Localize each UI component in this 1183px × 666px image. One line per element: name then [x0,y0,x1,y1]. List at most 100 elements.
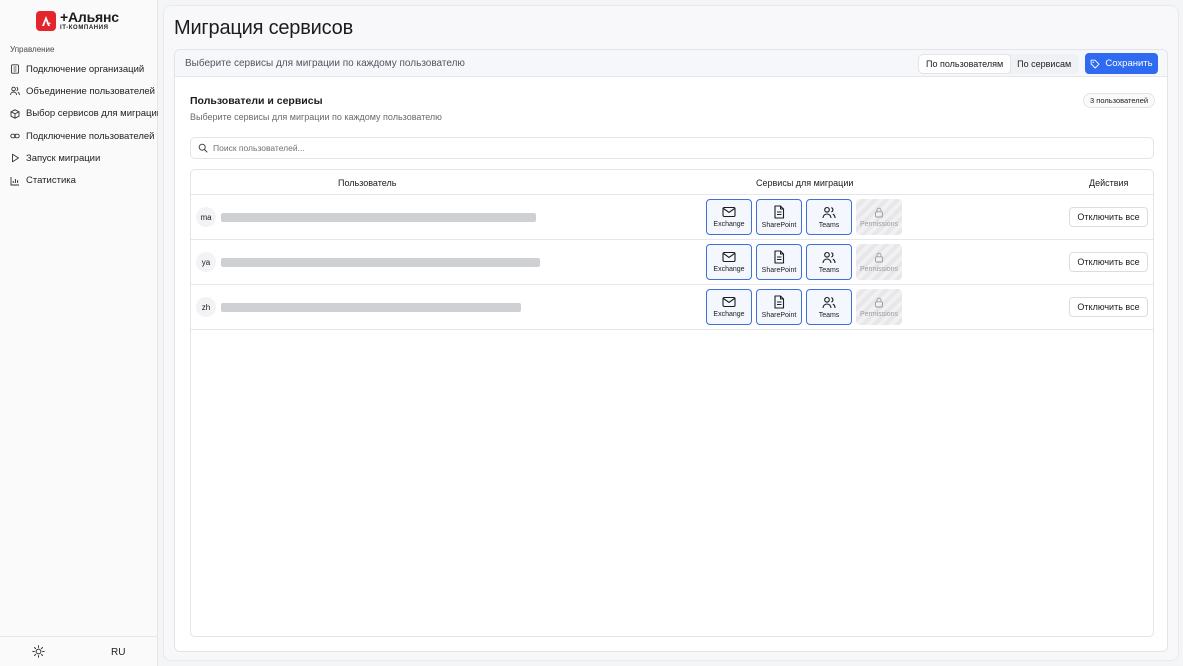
user-count-badge: 3 пользователей [1083,93,1156,108]
user-name-redacted [221,213,536,222]
sidebar-item-label: Подключение организаций [26,63,145,75]
mail-icon [722,206,736,218]
services-group: Exchange SharePoint Teams Permissions [706,289,902,325]
table-row: ma Exchange SharePoint Teams Permissions… [191,195,1153,240]
sidebar: +Альянс IT-КОМПАНИЯ Управление Подключен… [0,0,158,666]
service-toggle-teams[interactable]: Teams [806,199,852,235]
column-header-actions: Действия [1089,178,1129,188]
save-button[interactable]: Сохранить [1085,53,1158,74]
chart-icon [10,176,19,186]
service-toggle-exchange[interactable]: Exchange [706,199,752,235]
service-toggle-sharepoint[interactable]: SharePoint [756,244,802,280]
brand-logo[interactable]: +Альянс IT-КОМПАНИЯ [36,10,119,31]
users-table: Пользователь Сервисы для миграции Действ… [190,169,1154,637]
lock-icon [875,297,883,307]
service-label: Exchange [713,266,745,273]
service-label: Permissions [859,220,899,228]
search-icon [198,143,208,153]
sidebar-item-label: Выбор сервисов для миграции [26,108,158,120]
brand-subtitle: IT-КОМПАНИЯ [60,25,109,31]
service-toggle-teams[interactable]: Teams [806,289,852,325]
service-toggle-permissions: Permissions [856,199,902,235]
table-row: zh Exchange SharePoint Teams Permissions… [191,285,1153,330]
disable-all-button[interactable]: Отключить все [1069,207,1148,227]
services-group: Exchange SharePoint Teams Permissions [706,199,902,235]
services-group: Exchange SharePoint Teams Permissions [706,244,902,280]
users-icon [10,87,20,96]
users-icon [822,251,836,263]
service-label: SharePoint [761,267,797,274]
search-box [190,137,1154,159]
sidebar-item-merge-users[interactable]: Объединение пользователей [0,80,158,102]
service-label: Exchange [713,221,745,228]
package-icon [10,109,20,119]
user-name-redacted [221,258,540,267]
service-toggle-teams[interactable]: Teams [806,244,852,280]
link-icon [10,133,20,139]
section-hint: Выберите сервисы для миграции по каждому… [190,112,442,122]
service-toggle-sharepoint[interactable]: SharePoint [756,199,802,235]
language-switcher[interactable]: RU [111,647,125,658]
mail-icon [722,251,736,263]
sidebar-item-label: Запуск миграции [26,152,101,164]
sidebar-item-connect-organizations[interactable]: Подключение организаций [0,58,158,80]
service-label: SharePoint [761,312,797,319]
toggle-by-users[interactable]: По пользователям [919,55,1011,73]
users-icon [822,206,836,218]
main-panel: Миграция сервисов Выберите сервисы для м… [163,5,1179,661]
toggle-by-services[interactable]: По сервисам [1010,55,1078,73]
avatar: ya [196,252,216,272]
service-toggle-exchange[interactable]: Exchange [706,244,752,280]
sidebar-item-connect-users[interactable]: Подключение пользователей [0,125,158,147]
column-header-services: Сервисы для миграции [756,178,854,188]
disable-all-button[interactable]: Отключить все [1069,252,1148,272]
building-icon [11,64,19,74]
service-label: Permissions [859,310,899,318]
table-header: Пользователь Сервисы для миграции Действ… [191,170,1153,195]
save-button-label: Сохранить [1105,58,1153,69]
column-header-user: Пользователь [338,178,397,188]
sidebar-item-statistics[interactable]: Статистика [0,169,158,191]
sidebar-nav: Подключение организаций Объединение поль… [0,58,158,192]
document-icon [774,205,785,219]
lock-icon [875,207,883,217]
service-toggle-exchange[interactable]: Exchange [706,289,752,325]
lock-icon [875,252,883,262]
tag-icon [1090,59,1100,68]
mail-icon [722,296,736,308]
migration-card: Выберите сервисы для миграции по каждому… [174,49,1168,652]
theme-toggle-button[interactable] [32,645,45,663]
service-label: Teams [818,266,840,274]
service-label: Permissions [859,265,899,273]
service-label: Teams [818,311,840,319]
table-row: ya Exchange SharePoint Teams Permissions… [191,240,1153,285]
sidebar-footer: RU [0,636,158,666]
sidebar-item-select-services[interactable]: Выбор сервисов для миграции [0,103,158,125]
service-label: Teams [818,221,840,229]
service-toggle-permissions: Permissions [856,244,902,280]
sidebar-item-label: Подключение пользователей [26,130,155,142]
service-label: SharePoint [761,222,797,229]
section-title: Пользователи и сервисы [190,95,323,107]
card-header: Выберите сервисы для миграции по каждому… [175,50,1167,77]
service-toggle-sharepoint[interactable]: SharePoint [756,289,802,325]
service-label: Exchange [713,311,745,318]
service-toggle-permissions: Permissions [856,289,902,325]
logo-mark-icon [36,10,56,31]
search-input[interactable] [213,143,1153,153]
page-title: Миграция сервисов [174,17,354,39]
view-toggle: По пользователям По сервисам [918,54,1080,74]
user-name-redacted [221,303,521,312]
sidebar-item-label: Статистика [26,175,76,187]
sun-icon [32,645,45,658]
document-icon [774,295,785,309]
sidebar-item-label: Объединение пользователей [26,85,155,97]
users-icon [822,296,836,308]
avatar: ma [196,207,216,227]
card-header-hint: Выберите сервисы для миграции по каждому… [185,58,465,69]
avatar: zh [196,297,216,317]
sidebar-section-label: Управление [10,45,55,54]
document-icon [774,250,785,264]
sidebar-item-start-migration[interactable]: Запуск миграции [0,147,158,169]
disable-all-button[interactable]: Отключить все [1069,297,1148,317]
